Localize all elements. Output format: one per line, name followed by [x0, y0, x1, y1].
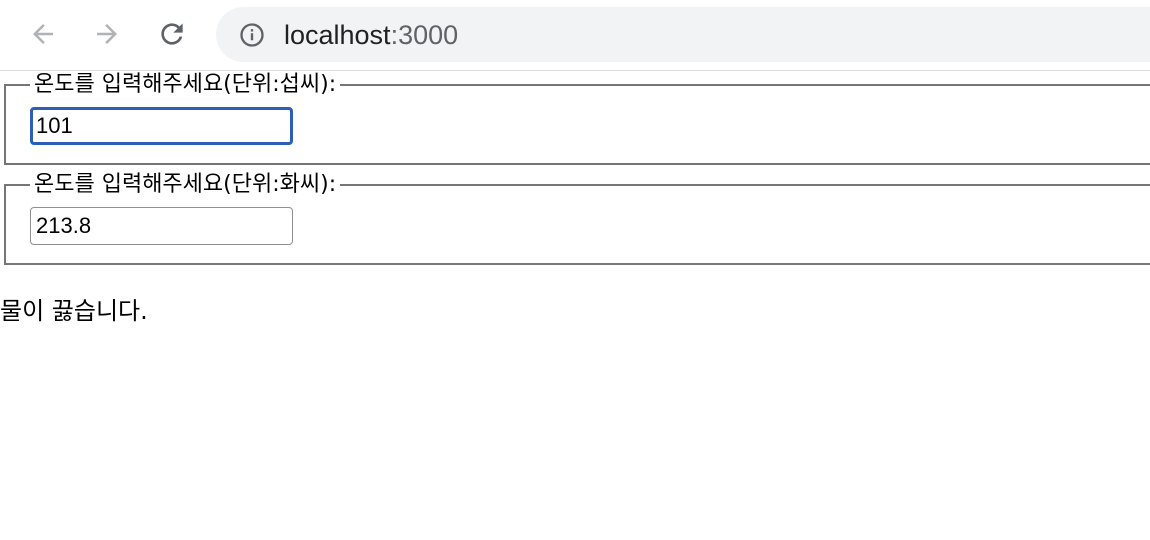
url-host: localhost — [284, 20, 391, 50]
forward-button[interactable] — [87, 14, 127, 54]
url-text[interactable]: localhost:3000 — [284, 20, 458, 50]
reload-icon — [161, 23, 183, 45]
fahrenheit-fieldset: 온도를 입력해주세요(단위:화씨): — [4, 171, 1150, 265]
address-bar[interactable]: localhost:3000 — [216, 7, 1150, 62]
arrow-right-icon — [97, 24, 117, 44]
celsius-legend: 온도를 입력해주세요(단위:섭씨): — [34, 72, 337, 97]
page-content: 온도를 입력해주세요(단위:섭씨): 온도를 입력해주세요(단위:화씨): 물이… — [0, 71, 1150, 327]
url-port: :3000 — [390, 20, 459, 50]
fahrenheit-input[interactable] — [30, 207, 293, 245]
boiling-verdict: 물이 끓습니다. — [0, 297, 148, 325]
reload-button[interactable] — [152, 14, 192, 54]
info-icon[interactable] — [238, 21, 266, 49]
browser-toolbar: localhost:3000 — [0, 0, 1150, 71]
celsius-fieldset: 온도를 입력해주세요(단위:섭씨): — [4, 71, 1150, 165]
fahrenheit-legend: 온도를 입력해주세요(단위:화씨): — [34, 172, 337, 197]
back-button[interactable] — [23, 14, 63, 54]
celsius-input[interactable] — [30, 107, 293, 145]
arrow-left-icon — [33, 24, 53, 44]
